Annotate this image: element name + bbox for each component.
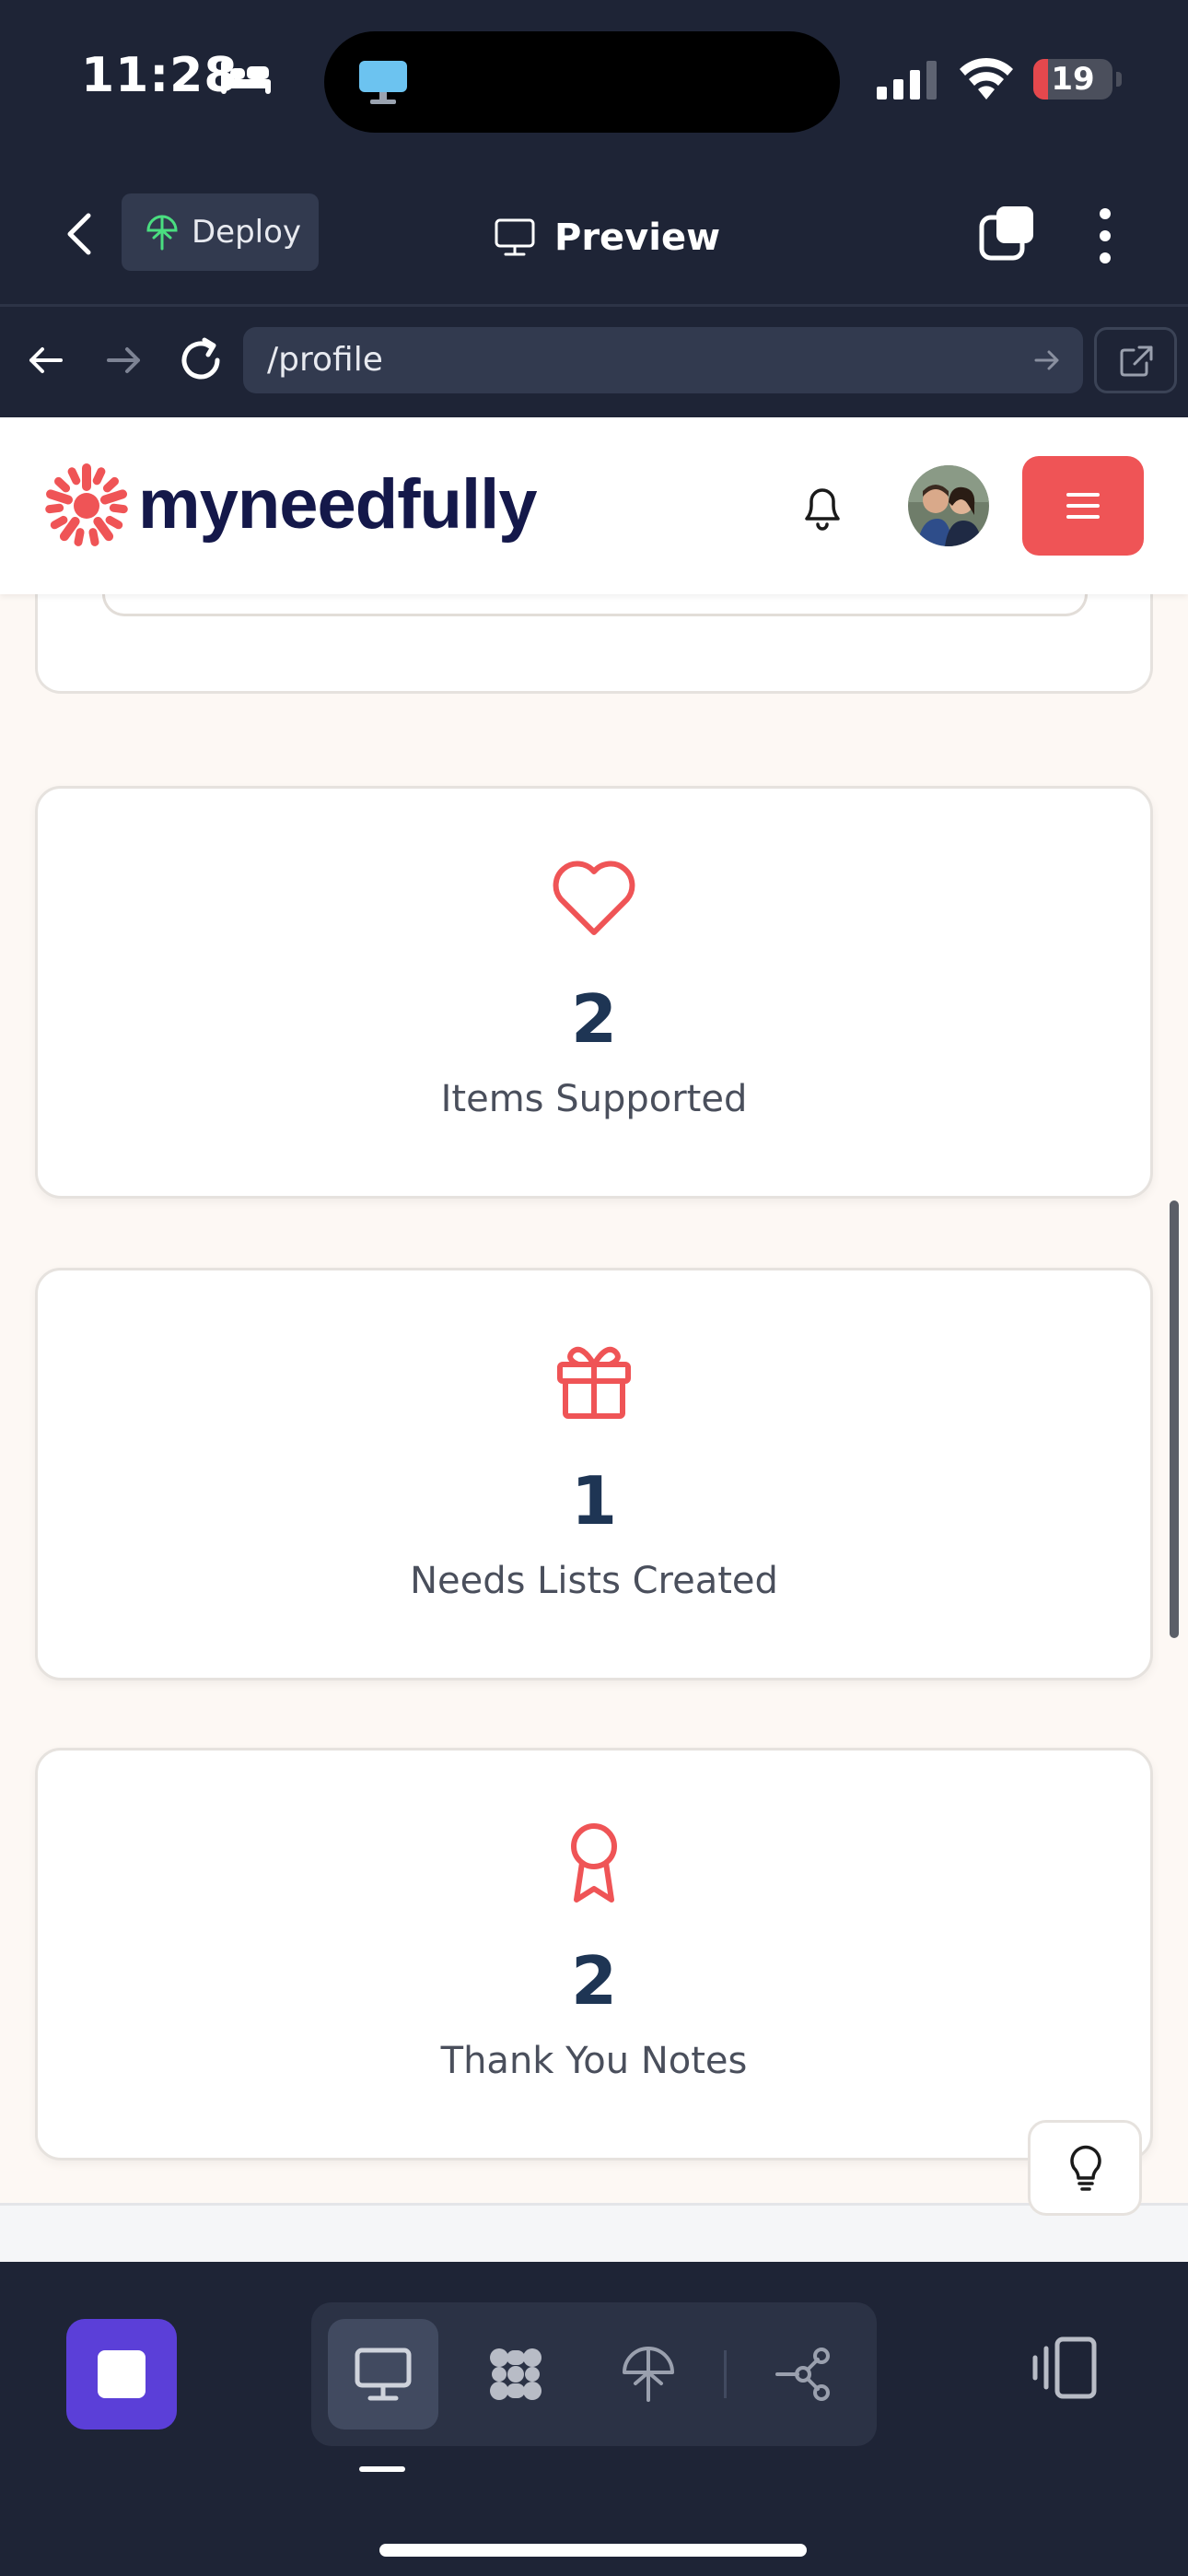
stat-value: 2 (570, 980, 618, 1058)
device-frame-icon[interactable] (1030, 2336, 1100, 2400)
logo-wordmark[interactable]: myneedfully (138, 463, 537, 546)
view-switcher (311, 2302, 877, 2446)
stat-label: Items Supported (440, 1078, 748, 1120)
home-indicator[interactable] (379, 2544, 807, 2557)
deploy-label: Deploy (192, 214, 302, 251)
status-bar: 11:28 19 (0, 0, 1188, 166)
avatar-photo (908, 465, 989, 546)
page-scrollbar[interactable] (1170, 1200, 1179, 1638)
stat-card-needs-lists: 1 Needs Lists Created (35, 1268, 1153, 1680)
external-link-icon (1120, 345, 1153, 377)
active-view-indicator (359, 2466, 405, 2472)
url-bar-row: /profile (0, 307, 1188, 417)
toolbar-divider (724, 2350, 727, 2398)
app-top-bar: Deploy Preview (0, 166, 1188, 307)
hamburger-menu-button[interactable] (1022, 456, 1144, 556)
gift-icon (557, 1346, 631, 1419)
display-icon (359, 61, 407, 104)
stop-icon (98, 2350, 146, 2398)
status-time: 11:28 (81, 48, 239, 103)
stat-card-items-supported: 2 Items Supported (35, 786, 1153, 1199)
monitor-icon (355, 2348, 412, 2401)
stat-label: Thank You Notes (440, 2040, 748, 2082)
bottom-toolbar (0, 2262, 1188, 2576)
browser-forward-icon[interactable] (98, 334, 149, 386)
deploy-view-button[interactable] (593, 2319, 704, 2430)
deploy-umbrella-icon (623, 2347, 674, 2402)
tips-button[interactable] (1028, 2120, 1142, 2216)
battery-cap (1116, 72, 1122, 87)
sleep-focus-icon (221, 61, 271, 94)
preview-title[interactable]: Preview (494, 210, 720, 265)
deploy-button[interactable]: Deploy (122, 193, 319, 271)
go-arrow-icon[interactable] (1033, 347, 1061, 373)
git-view-button[interactable] (748, 2319, 858, 2430)
battery-indicator: 19 (1033, 59, 1112, 100)
reload-icon[interactable] (173, 333, 228, 388)
menu-icon (1066, 493, 1100, 519)
dynamic-island (324, 31, 840, 133)
stat-value: 1 (570, 1462, 618, 1540)
git-branch-icon (775, 2348, 830, 2401)
open-external-button[interactable] (1094, 327, 1177, 393)
deploy-umbrella-icon (146, 215, 178, 251)
workspace-pattern-icon (490, 2348, 542, 2400)
wifi-icon (960, 57, 1013, 100)
preview-label: Preview (554, 217, 721, 259)
back-chevron-icon[interactable] (53, 206, 109, 262)
browser-back-icon[interactable] (20, 334, 72, 386)
heart-icon (553, 861, 635, 935)
tabs-icon[interactable] (978, 205, 1037, 263)
web-preview: myneedfully 2 Items Supported 1 Needs Li… (0, 417, 1188, 2262)
notification-bell-icon[interactable] (798, 482, 847, 533)
stat-label: Needs Lists Created (410, 1560, 778, 1602)
site-footer-edge (0, 2203, 1188, 2262)
stop-button[interactable] (66, 2319, 177, 2430)
battery-level: 19 (1051, 61, 1095, 98)
preview-view-button[interactable] (328, 2319, 438, 2430)
lightbulb-icon (1070, 2145, 1101, 2191)
stat-card-thank-you-notes: 2 Thank You Notes (35, 1748, 1153, 2160)
stat-value: 2 (570, 1942, 618, 2020)
url-text: /profile (267, 341, 383, 379)
site-header: myneedfully (0, 417, 1188, 594)
myneedfully-logo-icon[interactable] (41, 460, 133, 552)
more-options-icon[interactable] (1087, 206, 1124, 265)
monitor-icon (495, 218, 535, 256)
url-input[interactable]: /profile (243, 327, 1083, 393)
cellular-signal-icon (877, 61, 937, 100)
workspace-view-button[interactable] (460, 2319, 571, 2430)
user-avatar[interactable] (908, 465, 989, 546)
award-icon (571, 1823, 617, 1903)
